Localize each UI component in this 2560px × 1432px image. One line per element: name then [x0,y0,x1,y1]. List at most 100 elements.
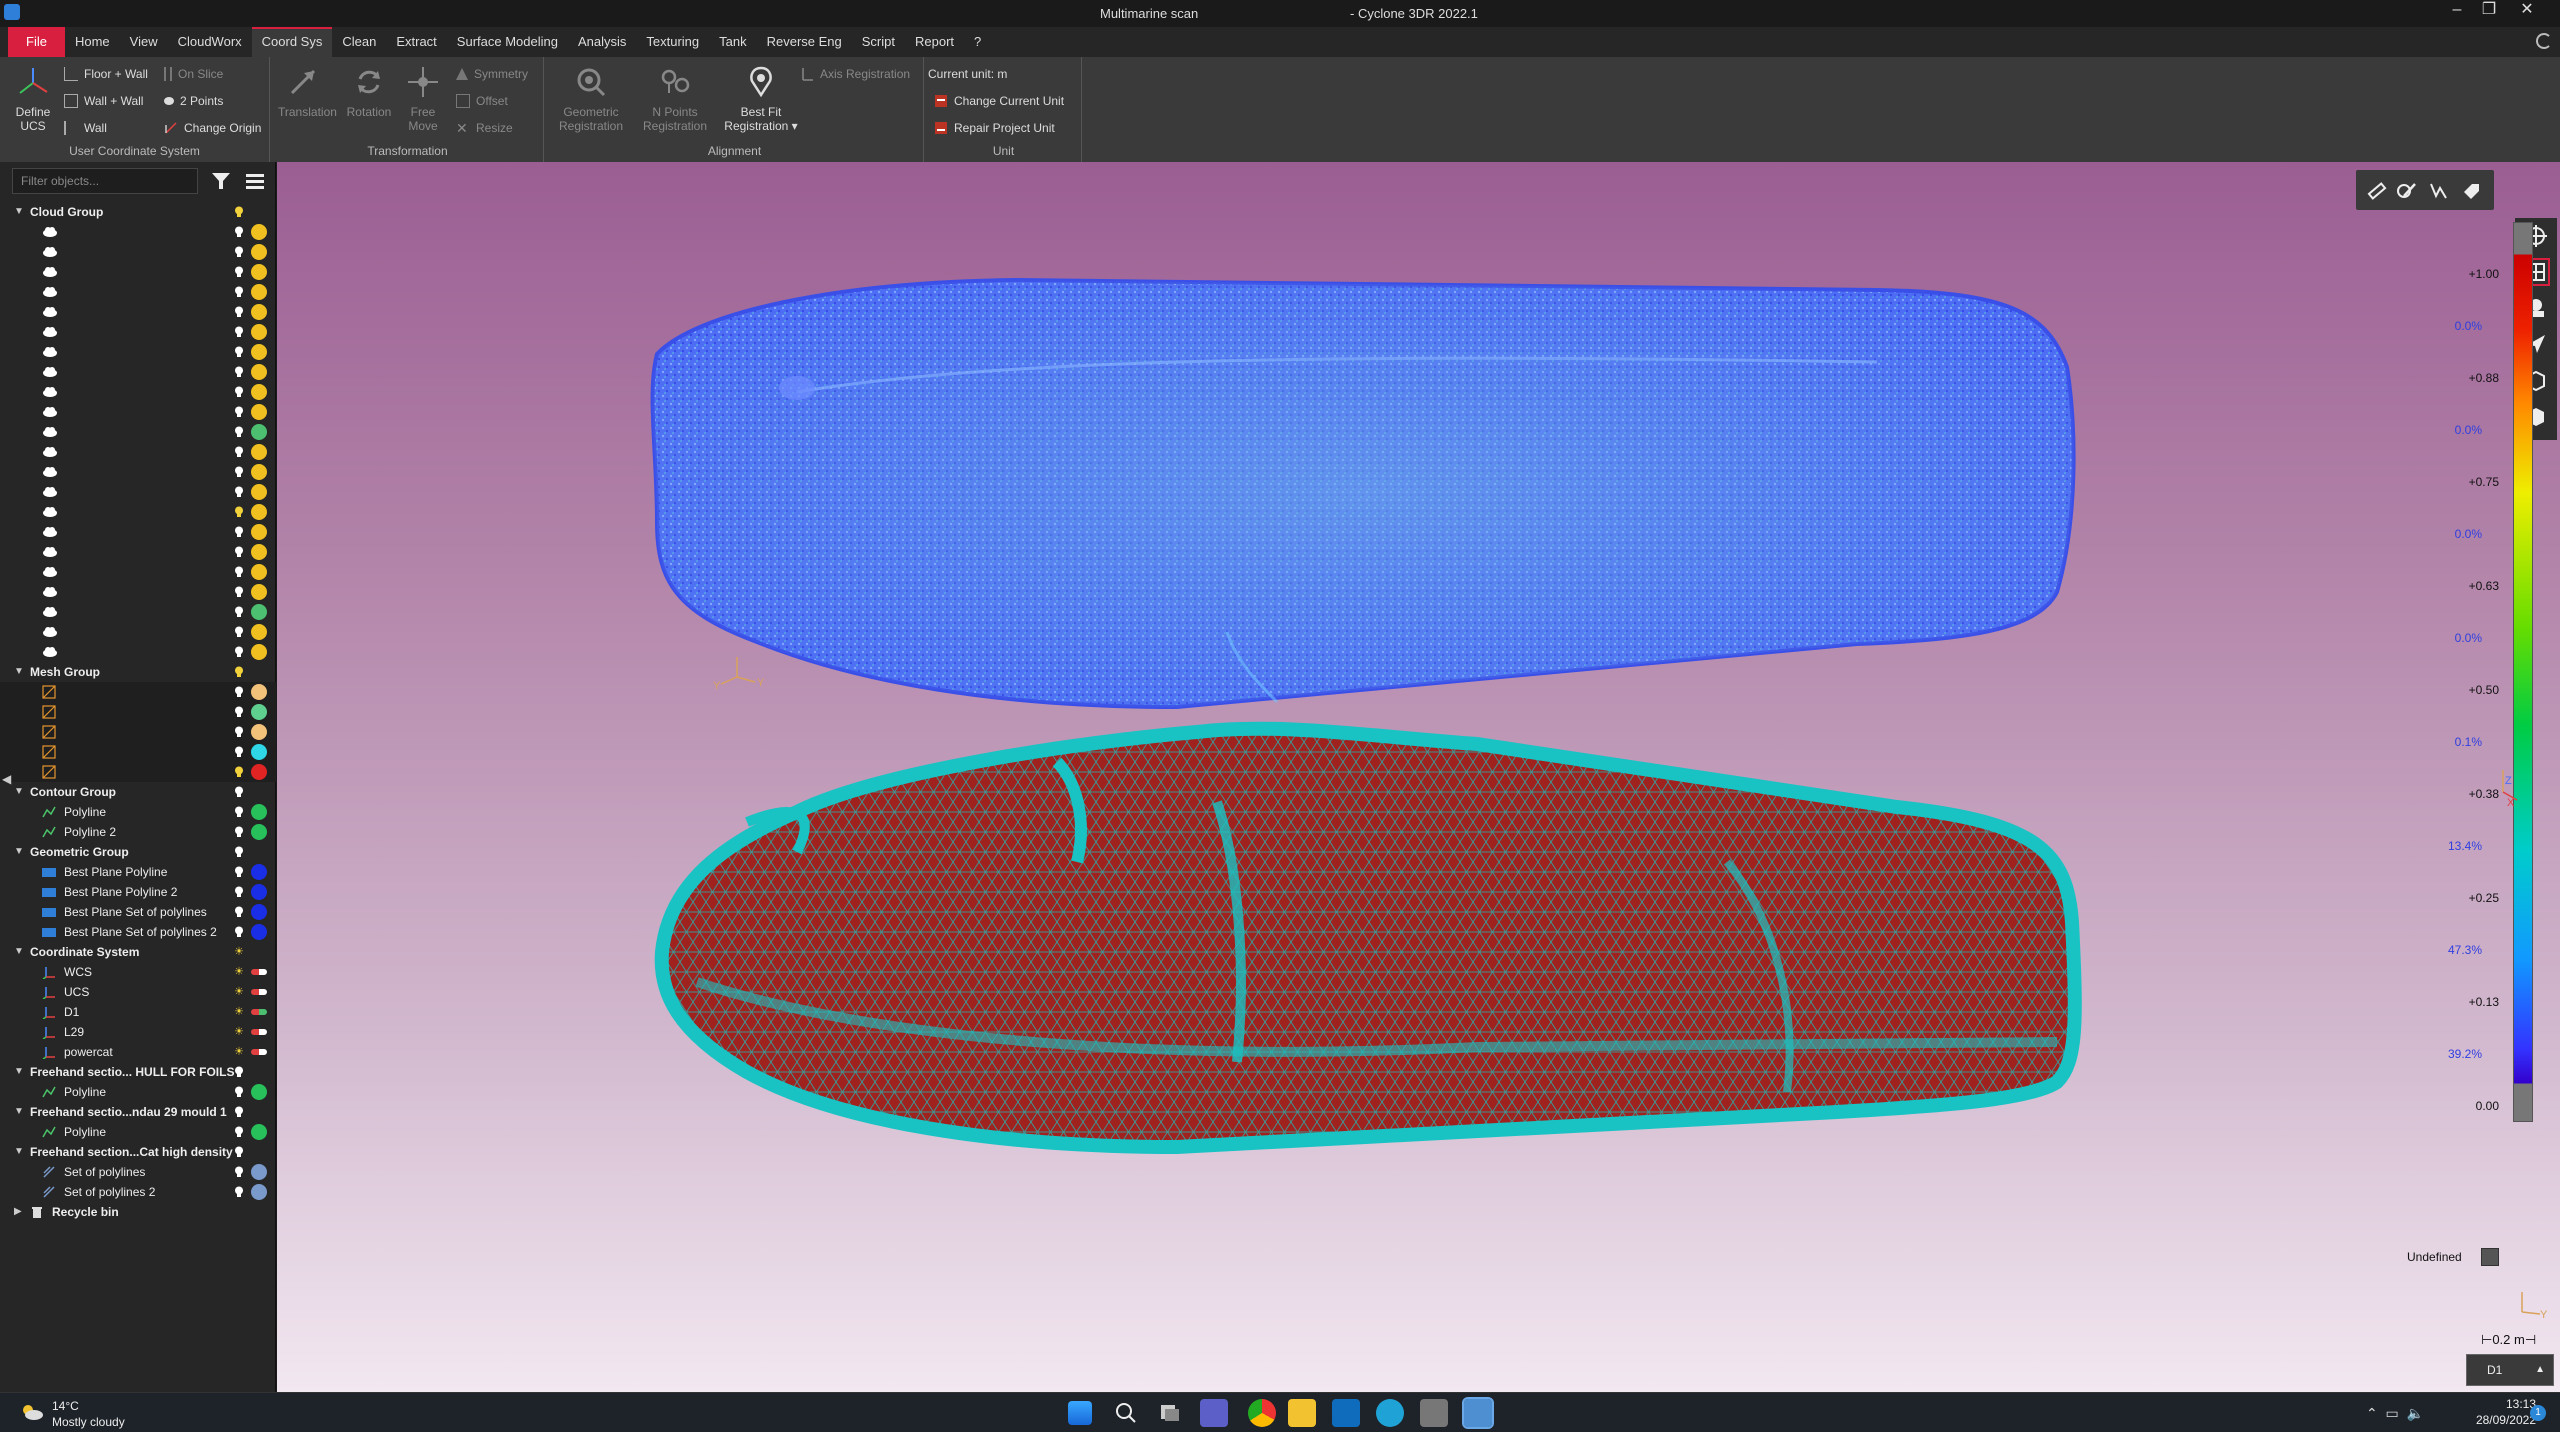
color-dot[interactable] [251,744,267,760]
visibility-bulb-icon[interactable] [234,706,244,718]
menu-texturing[interactable]: Texturing [636,27,709,57]
tree-item-cloud[interactable] [0,302,276,322]
color-dot[interactable] [251,684,267,700]
visibility-bulb-icon[interactable] [234,306,244,318]
filter-icon[interactable] [210,170,232,192]
color-dot[interactable] [251,364,267,380]
tree-group-cloud[interactable]: ▼ Cloud Group [0,202,276,222]
tree-item-set-of-polylines-2[interactable]: Set of polylines 2 [0,1182,276,1202]
visibility-bulb-icon[interactable] [234,346,244,358]
best-fit-registration-button[interactable]: Best Fit Registration ▾ [724,65,798,133]
axis-registration-button[interactable]: Axis Registration [800,67,910,81]
tree-item-freehand-hull-polyline[interactable]: Polyline [0,1082,276,1102]
color-dot[interactable] [251,884,267,900]
file-explorer-icon[interactable] [1288,1399,1316,1427]
tree-item-cloud[interactable] [0,282,276,302]
offset-button[interactable]: Offset [456,94,508,108]
tree-item-cloud[interactable] [0,362,276,382]
two-points-button[interactable]: 2 Points [164,94,223,108]
color-dot[interactable] [251,524,267,540]
color-dot[interactable] [251,244,267,260]
scene-render[interactable]: Y Y [277,162,2560,1392]
tree-item-cloud[interactable] [0,402,276,422]
color-dot[interactable] [251,224,267,240]
menu-home[interactable]: Home [65,27,120,57]
undefined-color-swatch[interactable] [2481,1248,2499,1266]
color-dot[interactable] [251,1184,267,1200]
repair-unit-button[interactable]: Repair Project Unit [934,121,1055,135]
tree-item-cloud[interactable] [0,582,276,602]
visibility-bulb-icon[interactable] [234,746,244,758]
tree-item-cloud[interactable] [0,562,276,582]
color-dot[interactable] [251,1084,267,1100]
color-dot[interactable] [251,1124,267,1140]
restore-button[interactable]: ❐ [2472,0,2506,22]
color-dot[interactable] [251,1029,267,1035]
tree-item-best-plane-polyline[interactable]: Best Plane Polyline [0,862,276,882]
resize-button[interactable]: ✕ Resize [456,121,513,135]
teams-icon[interactable] [1200,1399,1228,1427]
tree-item-cloud[interactable] [0,522,276,542]
visibility-bulb-icon[interactable] [234,486,244,498]
visibility-bulb-icon[interactable] [234,1146,244,1158]
sun-icon[interactable]: ☀ [234,1046,244,1058]
color-dot[interactable] [251,1164,267,1180]
color-dot[interactable] [251,864,267,880]
tree-item-coordinate-system[interactable]: D1 ☀ [0,1002,276,1022]
task-view-icon[interactable] [1156,1399,1184,1427]
tree-item-mesh[interactable] [0,702,276,722]
color-dot[interactable] [251,969,267,975]
change-origin-button[interactable]: Change Origin [164,121,261,135]
sun-icon[interactable]: ☀ [234,966,244,978]
menu-view[interactable]: View [120,27,168,57]
clock-date[interactable]: 28/09/2022 [2452,1413,2536,1427]
menu-reverse-eng[interactable]: Reverse Eng [757,27,852,57]
tree-item-cloud[interactable] [0,542,276,562]
tree-item-best-plane-set[interactable]: Best Plane Set of polylines [0,902,276,922]
color-dot[interactable] [251,584,267,600]
tree-item-coordinate-system[interactable]: powercat ☀ [0,1042,276,1062]
tree-group-freehand-cat[interactable]: ▼ Freehand section...Cat high density [0,1142,276,1162]
color-dot[interactable] [251,804,267,820]
tree-item-cloud[interactable] [0,262,276,282]
tree-item-cloud[interactable] [0,502,276,522]
tree-item-cloud[interactable] [0,322,276,342]
visibility-bulb-icon[interactable] [234,506,244,518]
color-dot[interactable] [251,304,267,320]
tree-item-mesh[interactable] [0,682,276,702]
change-unit-button[interactable]: Change Current Unit [934,94,1064,108]
tree-item-coordinate-system[interactable]: WCS ☀ [0,962,276,982]
visibility-bulb-icon[interactable] [234,526,244,538]
visibility-bulb-icon[interactable] [234,546,244,558]
sun-icon[interactable]: ☀ [234,1006,244,1018]
tree-item-freehand-mould-polyline[interactable]: Polyline [0,1122,276,1142]
tree-group-coordinate-system[interactable]: ▼ Coordinate System ☀ [0,942,276,962]
color-dot[interactable] [251,1009,267,1015]
visibility-bulb-icon[interactable] [234,1106,244,1118]
visibility-bulb-icon[interactable] [234,926,244,938]
visibility-bulb-icon[interactable] [234,1086,244,1098]
3d-viewport[interactable]: Y Y +1.00 0.0% +0.88 0.0% +0.75 0.0% +0.63 0.0%… [277,162,2560,1392]
tree-item-cloud[interactable] [0,342,276,362]
tree-item-cloud[interactable] [0,642,276,662]
close-button[interactable]: ✕ [2510,0,2544,22]
refresh-icon[interactable] [2536,33,2552,49]
expand-arrow-icon[interactable]: ▼ [14,942,24,962]
visibility-bulb-icon[interactable] [234,426,244,438]
color-dot[interactable] [251,384,267,400]
tree-group-contour[interactable]: ▼ Contour Group [0,782,276,802]
ruler-icon[interactable] [2366,180,2388,202]
color-dot[interactable] [251,344,267,360]
expand-arrow-icon[interactable]: ▼ [14,1062,24,1082]
tree-group-freehand-mould[interactable]: ▼ Freehand sectio...ndau 29 mould 1 [0,1102,276,1122]
tree-item-polyline[interactable]: Polyline [0,802,276,822]
visibility-bulb-icon[interactable] [234,1126,244,1138]
visibility-bulb-icon[interactable] [234,566,244,578]
free-move-button[interactable]: Free Move [398,65,448,133]
floor-wall-button[interactable]: Floor + Wall [64,67,148,81]
expand-arrow-icon[interactable]: ▼ [14,662,24,682]
color-dot[interactable] [251,324,267,340]
visibility-bulb-icon[interactable] [234,646,244,658]
rotation-button[interactable]: Rotation [344,65,394,119]
hamburger-menu-icon[interactable] [244,170,266,192]
